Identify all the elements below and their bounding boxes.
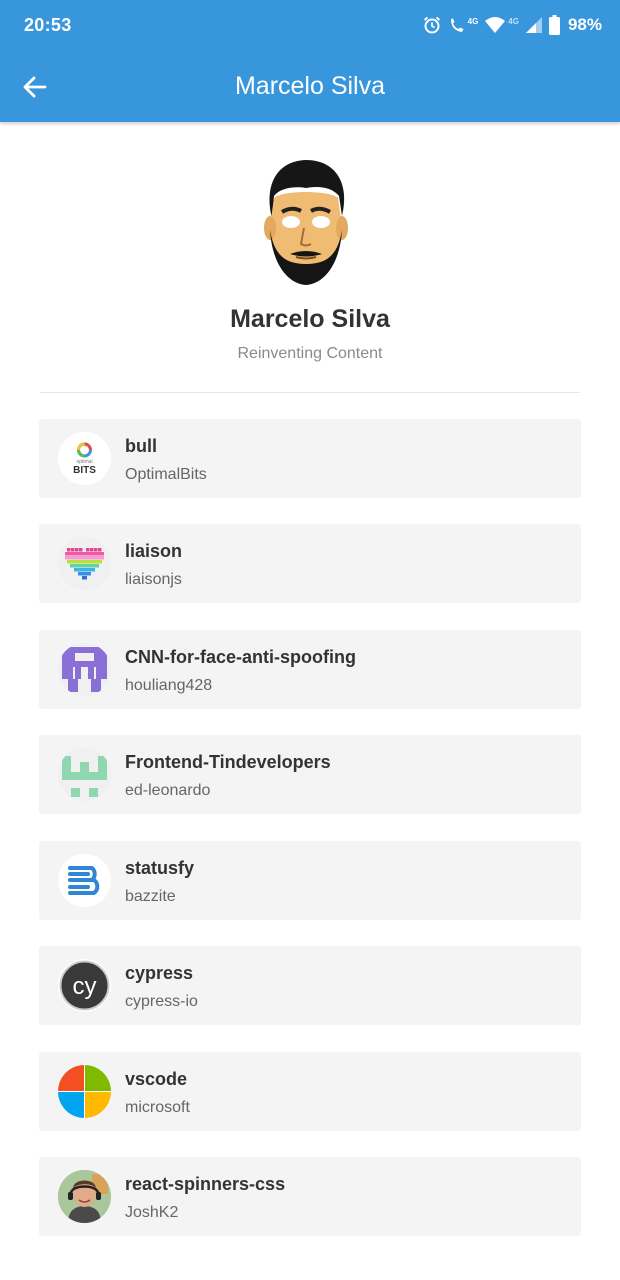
repo-owner: cypress-io xyxy=(125,993,198,1010)
signal-icon xyxy=(525,17,542,33)
repo-name: statusfy xyxy=(125,858,195,878)
battery-icon xyxy=(548,15,560,35)
svg-text:BITS: BITS xyxy=(73,465,96,476)
repo-card-frontend-tindevelopers[interactable]: Frontend-Tindevelopers ed-leonardo xyxy=(39,735,581,814)
profile-bio: Reinventing Content xyxy=(237,345,383,362)
pixel-heart-logo-icon xyxy=(58,537,111,590)
volte-call-icon xyxy=(450,18,464,32)
repo-name: react-spinners-css xyxy=(125,1174,286,1194)
app-bar: Marcelo Silva xyxy=(0,52,620,122)
optimalbits-logo-icon: optimal BITS xyxy=(58,432,111,485)
repo-card-liaison[interactable]: liaison liaisonjs xyxy=(39,524,581,603)
profile-avatar xyxy=(246,156,364,288)
status-time: 20:53 xyxy=(24,15,72,35)
repo-card-cnn-for-face-anti-spoofing[interactable]: CNN-for-face-anti-spoofing houliang428 xyxy=(39,630,581,709)
repo-name: cypress xyxy=(125,963,194,983)
repo-name: CNN-for-face-anti-spoofing xyxy=(125,647,356,667)
repo-owner: houliang428 xyxy=(125,677,213,694)
battery-level: 98% xyxy=(567,15,602,34)
statusfy-logo-icon xyxy=(58,854,111,907)
repo-owner: ed-leonardo xyxy=(125,782,211,799)
repo-name: vscode xyxy=(125,1069,188,1089)
network-4g-label: 4G xyxy=(467,16,479,26)
repo-owner: JoshK2 xyxy=(125,1204,179,1221)
purple-identicon-icon xyxy=(58,643,111,696)
status-bar: 20:53 4G 4G 98% xyxy=(0,0,620,52)
repo-owner: liaisonjs xyxy=(125,571,182,588)
repo-name: liaison xyxy=(125,541,183,561)
profile-divider xyxy=(40,392,580,393)
repo-card-react-spinners-css[interactable]: react-spinners-css JoshK2 xyxy=(39,1157,581,1236)
repo-owner: OptimalBits xyxy=(125,466,207,483)
repo-name: bull xyxy=(125,436,157,456)
alarm-icon xyxy=(423,16,440,34)
repo-name: Frontend-Tindevelopers xyxy=(125,752,331,772)
cypress-logo-icon: cy xyxy=(58,959,111,1012)
status-icons: 4G 4G 98% xyxy=(422,13,602,37)
page-title: Marcelo Silva xyxy=(234,72,386,100)
repo-card-bull[interactable]: optimal BITS bull OptimalBits xyxy=(39,419,581,498)
repo-owner: bazzite xyxy=(125,888,176,905)
profile-name: Marcelo Silva xyxy=(230,305,390,333)
microsoft-logo-icon xyxy=(58,1065,111,1118)
repo-card-cypress[interactable]: cy cypress cypress-io xyxy=(39,946,581,1025)
user-photo-avatar-icon xyxy=(58,1170,111,1223)
network-4g-label-2: 4G xyxy=(508,16,519,26)
green-identicon-icon xyxy=(58,748,111,801)
svg-text:cy: cy xyxy=(73,973,97,1000)
repo-owner: microsoft xyxy=(125,1099,190,1116)
repo-card-vscode[interactable]: vscode microsoft xyxy=(39,1052,581,1131)
wifi-icon xyxy=(485,17,506,33)
repo-card-statusfy[interactable]: statusfy bazzite xyxy=(39,841,581,920)
